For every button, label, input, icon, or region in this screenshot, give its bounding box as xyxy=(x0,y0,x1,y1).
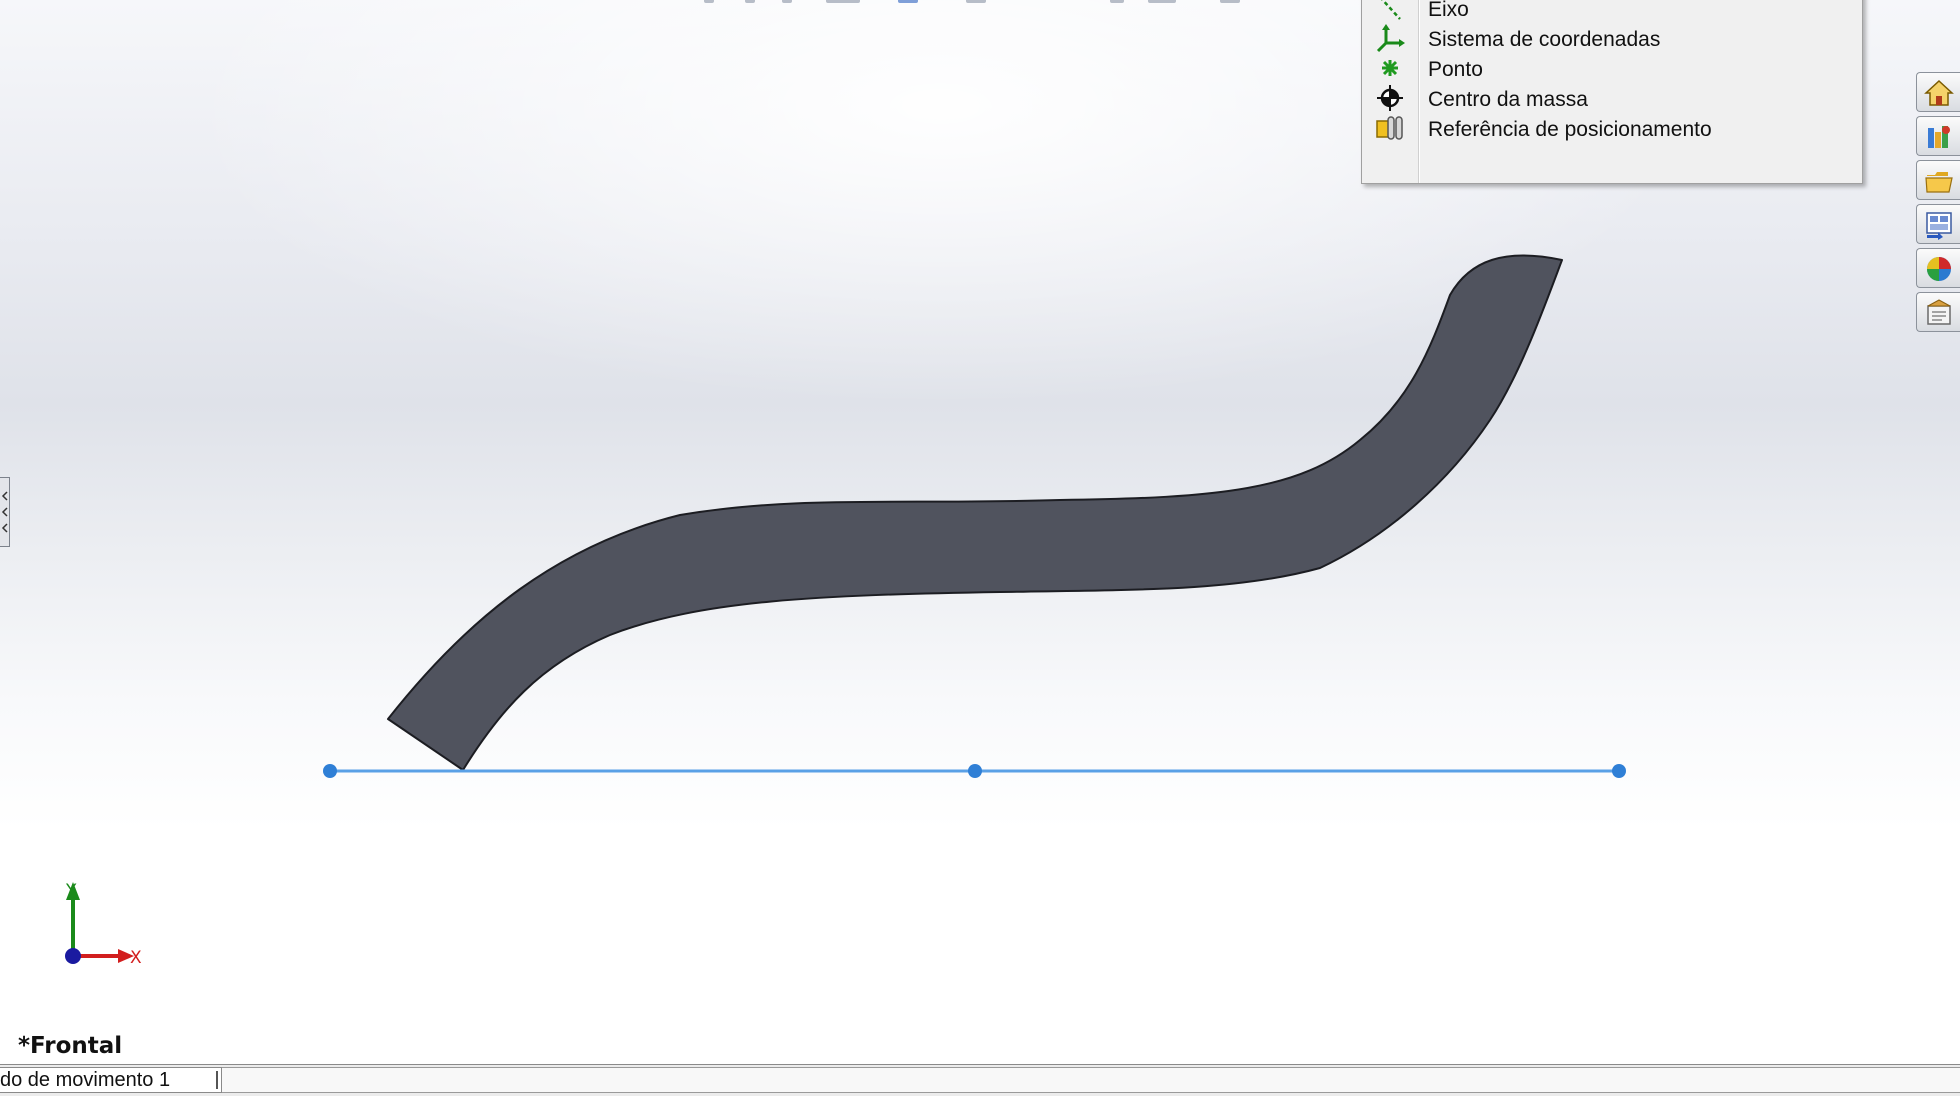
task-pane-tab-view-palette[interactable] xyxy=(1916,204,1960,244)
custom-properties-icon xyxy=(1927,299,1951,325)
file-explorer-icon xyxy=(1925,172,1953,193)
task-pane-tab-custom-properties[interactable] xyxy=(1916,292,1960,332)
appearances-icon xyxy=(1927,257,1951,281)
triad-x-label: X xyxy=(130,948,142,968)
design-library-icon xyxy=(1928,126,1950,148)
feature-manager-collapse-handle[interactable] xyxy=(0,477,10,547)
graphics-area[interactable]: Y X Eixo Sistema de coordenadas Ponto Ce… xyxy=(0,0,1960,1064)
menu-item-mate-reference[interactable]: Referência de posicionamento xyxy=(1362,110,1862,146)
home-icon xyxy=(1924,79,1954,106)
point-icon xyxy=(1382,60,1398,76)
mate-reference-icon xyxy=(1376,116,1403,140)
menu-item-label: Ponto xyxy=(1428,58,1483,81)
tab-strip-empty-area xyxy=(222,1067,1960,1093)
view-orientation-label: *Frontal xyxy=(18,1033,123,1059)
sketch-point-mid[interactable] xyxy=(968,764,982,778)
model-tab-strip: do de movimento 1 xyxy=(0,1064,1960,1096)
menu-item-label: Eixo xyxy=(1428,0,1469,21)
task-pane-tab-design-library[interactable] xyxy=(1916,116,1960,156)
reference-triad: Y X xyxy=(65,881,142,968)
view-palette-icon xyxy=(1926,212,1952,240)
menu-item-label: Referência de posicionamento xyxy=(1428,118,1712,141)
tab-motion-study[interactable]: do de movimento 1 xyxy=(0,1067,222,1093)
center-of-mass-icon xyxy=(1377,85,1403,111)
sketch-point-start[interactable] xyxy=(323,764,337,778)
coordinate-system-icon xyxy=(1376,24,1405,53)
collapse-arrows-icon xyxy=(1,491,8,533)
task-pane-tab-file-explorer[interactable] xyxy=(1916,160,1960,200)
task-pane-tab-appearances[interactable] xyxy=(1916,248,1960,288)
triad-y-label: Y xyxy=(65,881,77,901)
task-pane-tab-resources[interactable] xyxy=(1916,72,1960,112)
sketch-point-end[interactable] xyxy=(1612,764,1626,778)
menu-item-label: Sistema de coordenadas xyxy=(1428,28,1661,51)
insert-reference-geometry-menu: Eixo Sistema de coordenadas Ponto Centro… xyxy=(1361,0,1863,184)
menu-item-label: Centro da massa xyxy=(1428,88,1588,111)
part-body[interactable] xyxy=(387,254,1563,771)
